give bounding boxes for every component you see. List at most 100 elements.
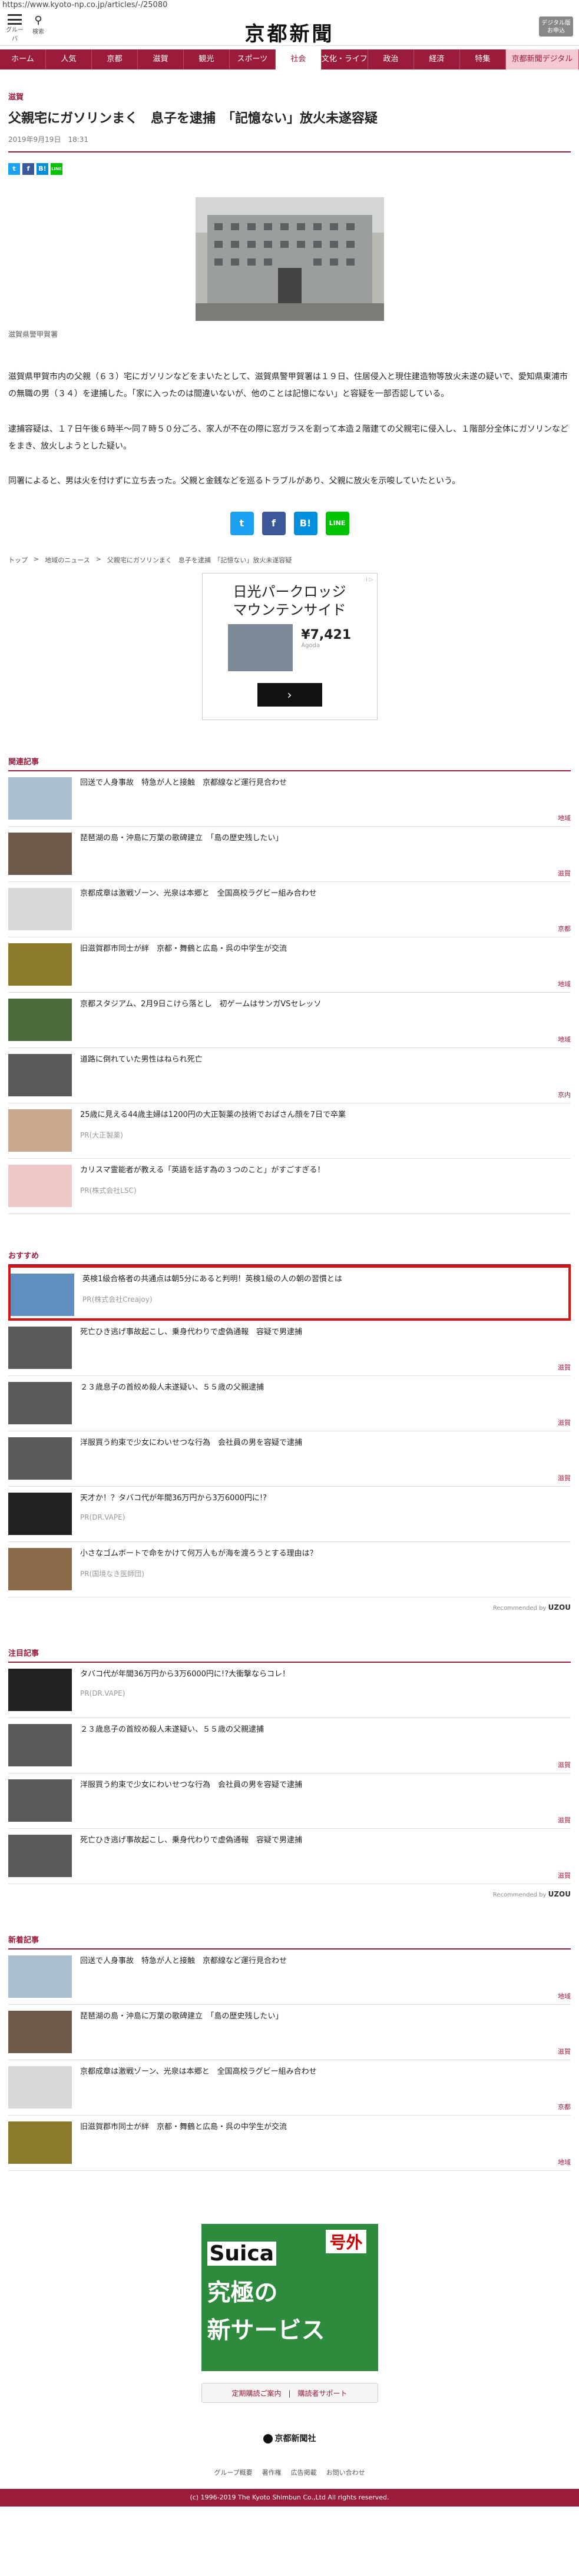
category-label: 滋賀 [558,1474,571,1482]
list-item[interactable]: ２３歳息子の首絞め殺人未遂疑い、５５歳の父親逮捕 滋賀 [8,1376,571,1431]
line-icon[interactable]: LINE [325,511,349,535]
item-title: 小さなゴムボートで命をかけて何万人もが海を渡ろうとする理由は？ [80,1549,317,1558]
list-item[interactable]: 京都成章は激戦ゾーン、光泉は本郷と 全国高校ラグビー組み合わせ 京都 [8,2060,571,2116]
attention-credit[interactable]: Recommended by UZOU [8,1890,571,1898]
thumbnail [8,1164,72,1207]
list-item[interactable]: 旧滋賀郡市同士が絆 京都・舞鶴と広島・呉の中学生が交流 地域 [8,2116,571,2171]
list-item[interactable]: 回送で人身事故 特急が人と接触 京都線など運行見合わせ 地域 [8,771,571,827]
line-icon[interactable]: LINE [51,163,62,175]
item-title: 琵琶湖の島・沖島に万葉の歌碑建立 「島の歴史残したい」 [80,2011,283,2021]
list-item[interactable]: 洋服買う約束で少女にわいせつな行為 会社員の男を容疑で逮捕 滋賀 [8,1773,571,1829]
nav-sports[interactable]: スポーツ [230,49,276,69]
twitter-icon[interactable]: t [230,511,254,535]
site-logo[interactable]: 京都新聞 [0,18,579,47]
thumbnail [8,887,72,930]
nav-economy[interactable]: 経済 [414,49,460,69]
nav-society[interactable]: 社会 [275,49,322,69]
nav-digital[interactable]: 京都新聞デジタル [505,49,579,69]
footer-link[interactable]: お問い合わせ [326,2468,365,2477]
sponsor-label: PR(大正製薬) [80,1131,123,1140]
list-item[interactable]: 天才か！？タバコ代が年間36万円から3万6000円に!? PR(DR.VAPE) [8,1487,571,1542]
nav-features[interactable]: 特集 [460,49,506,69]
sponsor-label: PR(DR.VAPE) [80,1513,125,1522]
subscription-button[interactable]: 定期購読ご案内 | 購読者サポート [201,2382,378,2403]
twitter-icon[interactable]: t [8,163,20,175]
digital-subscribe-button[interactable]: デジタル版 お申込 [539,16,573,37]
address-bar[interactable]: https://www.kyoto-np.co.jp/articles/-/25… [0,0,579,11]
nav-tourism[interactable]: 観光 [184,49,230,69]
footer-link[interactable]: グループ概要 [214,2468,252,2477]
list-item[interactable]: 回送で人身事故 特急が人と接触 京都線など運行見合わせ 地域 [8,1950,571,2005]
list-item[interactable]: 小さなゴムボートで命をかけて何万人もが海を渡ろうとする理由は？ PR(国境なき医師… [8,1542,571,1597]
nav-shiga[interactable]: 滋賀 [138,49,184,69]
item-title: 死亡ひき逃げ事故起こし、乗身代わりで虚偽通報 容疑で男逮捕 [80,1835,303,1845]
category-label: 滋賀 [558,1761,571,1769]
article-date: 2019年9月19日 18:31 [8,135,89,144]
category-label: 滋賀 [558,2047,571,2056]
thumbnail [8,1492,72,1535]
footer-links: グループ概要 著作権 広告掲載 お問い合わせ [8,2468,571,2477]
list-item[interactable]: 死亡ひき逃げ事故起こし、乗身代わりで虚偽通報 容疑で男逮捕 滋賀 [8,1321,571,1376]
nav-kyoto[interactable]: 京都 [92,49,138,69]
item-title: 旧滋賀郡市同士が絆 京都・舞鶴と広島・呉の中学生が交流 [80,944,287,953]
facebook-icon[interactable]: f [22,163,34,175]
category-label: 京都 [558,924,571,933]
item-title: 洋服買う約束で少女にわいせつな行為 会社員の男を容疑で逮捕 [80,1438,303,1447]
ad-title: 日光パークロッジ [233,583,346,600]
item-title: 道路に倒れていた男性はねられ死亡 [80,1055,203,1064]
list-item[interactable]: カリスマ霊能者が教える「英語を話す為の３つのこと」がすごすぎる！ PR(株式会社L… [8,1159,571,1214]
article-paragraph: 逮捕容疑は、１７日午後６時半～同７時５０分ごろ、家人が不在の際に窓ガラスを割って… [8,424,569,451]
footer-link[interactable]: 著作権 [262,2468,282,2477]
list-item[interactable]: 琵琶湖の島・沖島に万葉の歌碑建立 「島の歴史残したい」 滋賀 [8,827,571,882]
breadcrumb-local[interactable]: 地域のニュース [45,555,90,565]
list-item[interactable]: 25歳に見える44歳主婦は1200円の大正製薬の技術でおばさん顔を7日で卒業 PR… [8,1103,571,1159]
list-item[interactable]: ２３歳息子の首絞め殺人未遂疑い、５５歳の父親逮捕 滋賀 [8,1718,571,1773]
list-item[interactable]: 洋服買う約束で少女にわいせつな行為 会社員の男を容疑で逮捕滋賀 [8,1431,571,1487]
article-section[interactable]: 滋賀 [8,91,571,102]
recommend-credit[interactable]: Recommended by UZOU [8,1603,571,1612]
promo-banner[interactable]: 号外 Suica 究極の 新サービス [201,2223,378,2371]
item-title: 英検1級合格者の共通点は朝5分にあると判明！英検1級の人の朝の習慣とは [82,1274,342,1284]
list-item[interactable]: 琵琶湖の島・沖島に万葉の歌碑建立 「島の歴史残したい」滋賀 [8,2005,571,2060]
title-divider [8,151,571,152]
nav-home[interactable]: ホーム [0,49,46,69]
article-title: 父親宅にガソリンまく 息子を逮捕 「記憶ない」放火未遂容疑 [8,111,378,126]
item-title: 回送で人身事故 特急が人と接触 京都線など運行見合わせ [80,778,287,787]
ad-info-icon[interactable]: i ▷ [203,577,377,583]
list-item[interactable]: 死亡ひき逃げ事故起こし、乗身代わりで虚偽通報 容疑で男逮捕 滋賀 [8,1829,571,1884]
footer-link[interactable]: 広告掲載 [291,2468,317,2477]
credit-text: UZOU [548,1603,571,1612]
facebook-icon[interactable]: f [262,511,286,535]
nav-culture[interactable]: 文化・ライフ [322,49,368,69]
list-item[interactable]: タバコ代が年間36万円から3万6000円に!?大衝撃ならコレ！ PR(DR.VAP… [8,1663,571,1718]
category-label: 滋賀 [558,1418,571,1427]
list-item[interactable]: 京都スタジアム、2月9日こけら落とし 初ゲームはサンガVSセレッソ 地域 [8,993,571,1048]
chevron-right-icon[interactable]: › [257,683,322,707]
list-item-highlighted[interactable]: 英検1級合格者の共通点は朝5分にあると判明！英検1級の人の朝の習慣とは PR(株式… [8,1265,571,1321]
footer-logo[interactable]: 京都新聞社 [8,2432,571,2444]
sponsor-label: PR(株式会社Creajoy) [82,1295,153,1304]
thumbnail [8,998,72,1041]
category-label: 滋賀 [558,1363,571,1371]
list-item[interactable]: 京都成章は激戦ゾーン、光泉は本郷と 全国高校ラグビー組み合わせ 京都 [8,882,571,937]
hatena-icon[interactable]: B! [37,163,48,175]
item-title: 旧滋賀郡市同士が絆 京都・舞鶴と広島・呉の中学生が交流 [80,2122,287,2131]
breadcrumb: トップ > 地域のニュース > 父親宅にガソリンまく 息子を逮捕 「記憶ない」放… [8,555,292,565]
nav-politics[interactable]: 政治 [368,49,414,69]
thumbnail [8,1723,72,1766]
thumbnail [8,2066,72,2108]
ad-price: ¥7,421 [301,628,352,643]
nav-popular[interactable]: 人気 [46,49,92,69]
ad-banner[interactable]: i ▷ 日光パークロッジ マウンテンサイド ¥7,421 Agoda › [201,572,378,720]
related-list: 回送で人身事故 特急が人と接触 京都線など運行見合わせ 地域 琵琶湖の島・沖島に万… [8,771,571,1214]
list-item[interactable]: 道路に倒れていた男性はねられ死亡 京内 [8,1048,571,1103]
copyright-bar: (c) 1996-2019 The Kyoto Shimbun Co.,Ltd … [0,2488,579,2507]
article-paragraph: 同署によると、男は火を付けずに立ち去った。父親と金銭などを巡るトラブルがあり、父… [8,476,461,486]
article-paragraph: 滋賀県甲賀市内の父親（６３）宅にガソリンなどをまいたとして、滋賀県警甲賀署は１９… [8,372,568,399]
item-title: 琵琶湖の島・沖島に万葉の歌碑建立 「島の歴史残したい」 [80,833,283,843]
hatena-icon[interactable]: B! [293,511,317,535]
breadcrumb-top[interactable]: トップ [8,555,28,565]
ad-source: Agoda [301,642,320,649]
sponsor-label: PR(DR.VAPE) [80,1689,125,1698]
list-item[interactable]: 旧滋賀郡市同士が絆 京都・舞鶴と広島・呉の中学生が交流 地域 [8,937,571,993]
